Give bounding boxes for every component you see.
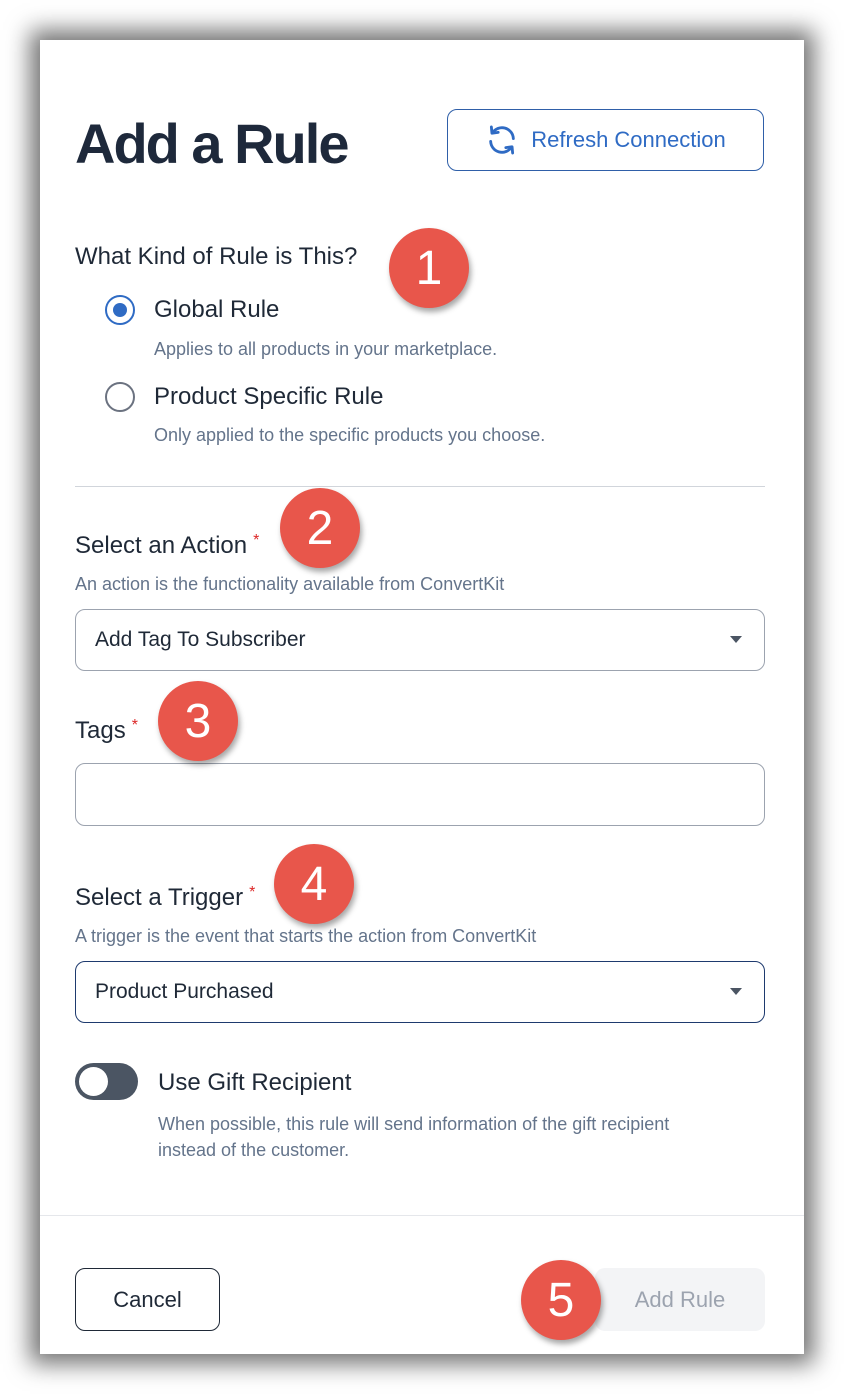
gift-recipient-help: When possible, this rule will send infor… [158, 1111, 669, 1163]
chevron-down-icon [730, 988, 742, 995]
callout-badge-5: 5 [521, 1260, 601, 1340]
refresh-connection-button[interactable]: Refresh Connection [447, 109, 764, 171]
rule-kind-label: What Kind of Rule is This? [75, 243, 358, 270]
action-label: Select an Action * [75, 532, 259, 560]
refresh-connection-label: Refresh Connection [531, 127, 726, 152]
trigger-help: A trigger is the event that starts the a… [75, 926, 537, 946]
tags-label-text: Tags [75, 717, 126, 744]
trigger-label: Select a Trigger * [75, 884, 255, 912]
gift-recipient-label: Use Gift Recipient [158, 1069, 352, 1096]
global-rule-help: Applies to all products in your marketpl… [154, 339, 498, 359]
add-rule-modal: Add a Rule Refresh Connection What Kind … [40, 40, 804, 1354]
radio-product-specific-rule[interactable]: Product Specific Rule [105, 382, 383, 412]
callout-badge-2: 2 [280, 488, 360, 568]
product-specific-rule-help: Only applied to the specific products yo… [154, 425, 546, 445]
tags-input[interactable] [75, 763, 765, 826]
radio-button-unchecked[interactable] [105, 382, 135, 412]
add-rule-button[interactable]: Add Rule [595, 1268, 765, 1331]
required-mark: * [249, 884, 256, 901]
section-divider [75, 486, 765, 487]
gift-help-line-1: When possible, this rule will send infor… [158, 1114, 670, 1134]
tags-label: Tags * [75, 717, 138, 745]
callout-badge-4: 4 [274, 844, 354, 924]
action-select-value: Add Tag To Subscriber [95, 628, 306, 651]
callout-badge-1: 1 [389, 228, 469, 308]
page-title: Add a Rule [75, 112, 349, 175]
footer-divider [40, 1215, 804, 1216]
action-help: An action is the functionality available… [75, 574, 505, 594]
gift-recipient-toggle[interactable] [75, 1063, 138, 1100]
required-mark: * [253, 532, 260, 549]
refresh-icon [489, 125, 516, 155]
required-mark: * [131, 717, 138, 734]
global-rule-label: Global Rule [154, 296, 280, 323]
chevron-down-icon [730, 636, 742, 643]
radio-button-checked[interactable] [105, 295, 135, 325]
trigger-select[interactable]: Product Purchased [75, 961, 765, 1023]
product-specific-rule-label: Product Specific Rule [154, 383, 384, 410]
trigger-select-value: Product Purchased [95, 980, 274, 1003]
trigger-label-text: Select a Trigger [75, 884, 244, 911]
action-select[interactable]: Add Tag To Subscriber [75, 609, 765, 671]
action-label-text: Select an Action [75, 532, 248, 559]
cancel-button[interactable]: Cancel [75, 1268, 220, 1331]
gift-help-line-2: instead of the customer. [158, 1140, 350, 1160]
radio-global-rule[interactable]: Global Rule [105, 295, 279, 325]
callout-badge-3: 3 [158, 681, 238, 761]
